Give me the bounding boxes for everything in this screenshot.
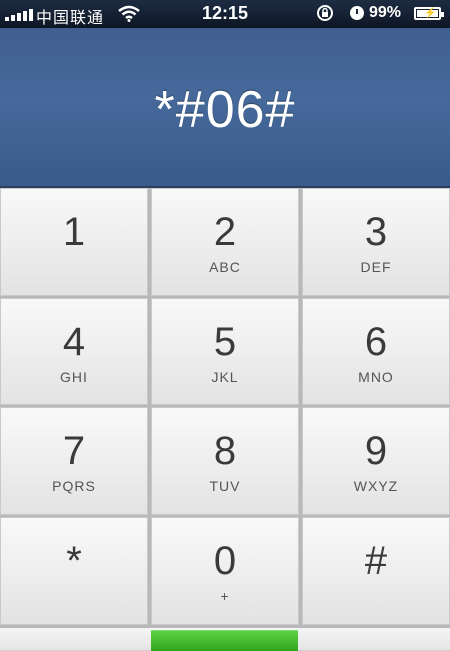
key-digit: 6 bbox=[364, 320, 388, 364]
key-4[interactable]: 4 GHI bbox=[0, 298, 148, 405]
key-digit: 2 bbox=[213, 210, 237, 254]
key-letters: MNO bbox=[358, 369, 394, 385]
key-letters: TUV bbox=[209, 478, 241, 494]
key-7[interactable]: 7 PQRS bbox=[0, 407, 148, 515]
battery-percent: 99% bbox=[369, 4, 402, 21]
status-bar: 中国联通 12:15 99% ⚡ bbox=[0, 0, 450, 28]
key-digit: 8 bbox=[213, 429, 237, 473]
dialed-number: *#06# bbox=[154, 81, 296, 139]
key-digit: 0 bbox=[213, 539, 237, 583]
key-3[interactable]: 3 DEF bbox=[302, 188, 450, 296]
key-star[interactable]: * bbox=[0, 517, 148, 625]
call-button[interactable] bbox=[151, 630, 298, 651]
key-8[interactable]: 8 TUV bbox=[151, 407, 299, 515]
key-letters: PQRS bbox=[52, 478, 96, 494]
key-hash[interactable]: # bbox=[302, 517, 450, 625]
key-6[interactable]: 6 MNO bbox=[302, 298, 450, 405]
rotation-lock-icon bbox=[317, 5, 333, 21]
key-5[interactable]: 5 JKL bbox=[151, 298, 299, 405]
key-letters: GHI bbox=[60, 369, 88, 385]
key-digit: # bbox=[364, 539, 388, 583]
key-digit: 1 bbox=[62, 210, 86, 254]
key-letters: ABC bbox=[209, 259, 241, 275]
key-digit: 9 bbox=[364, 429, 388, 473]
key-letters: WXYZ bbox=[353, 478, 399, 494]
key-digit: 7 bbox=[62, 429, 86, 473]
key-9[interactable]: 9 WXYZ bbox=[302, 407, 450, 515]
battery-charging-icon: ⚡ bbox=[414, 7, 444, 20]
key-letters: JKL bbox=[211, 369, 239, 385]
key-letters: DEF bbox=[360, 259, 392, 275]
key-0[interactable]: 0 + bbox=[151, 517, 299, 625]
key-digit: * bbox=[66, 539, 82, 583]
key-digit: 3 bbox=[364, 210, 388, 254]
key-2[interactable]: 2 ABC bbox=[151, 188, 299, 296]
key-digit: 4 bbox=[62, 320, 86, 364]
key-1[interactable]: 1 bbox=[0, 188, 148, 296]
number-display: *#06# bbox=[0, 28, 450, 188]
key-digit: 5 bbox=[213, 320, 237, 364]
keypad: 1 2 ABC 3 DEF 4 GHI 5 JKL 6 MNO 7 PQRS 8… bbox=[0, 188, 450, 650]
key-letters: + bbox=[220, 588, 230, 604]
alarm-icon bbox=[350, 6, 364, 20]
